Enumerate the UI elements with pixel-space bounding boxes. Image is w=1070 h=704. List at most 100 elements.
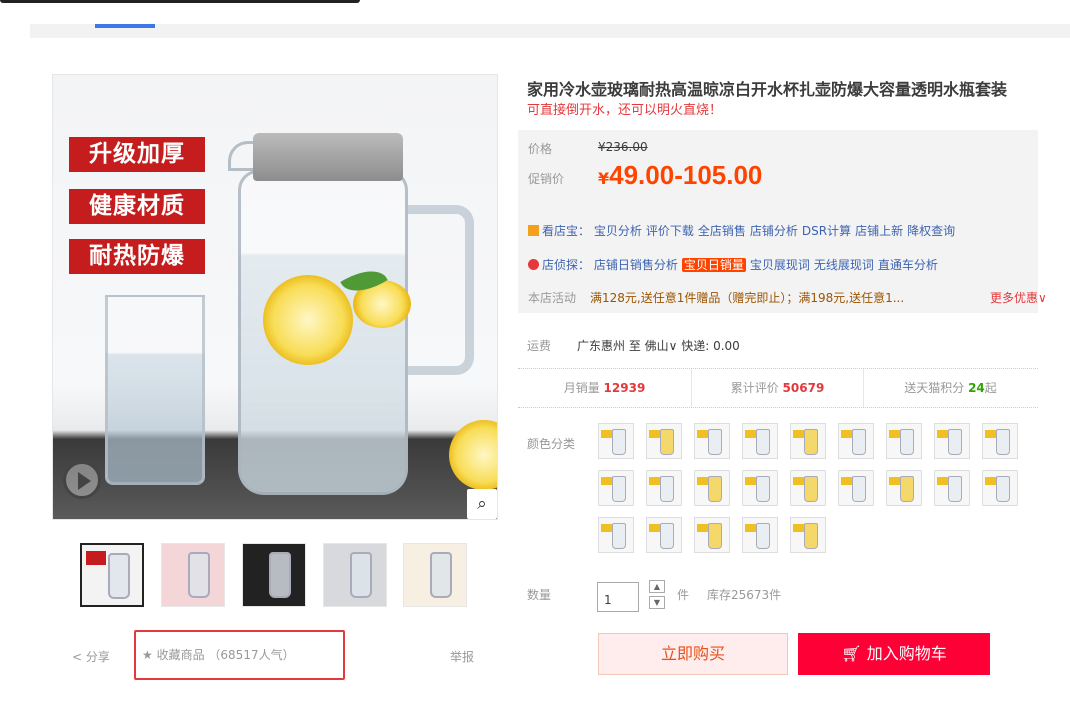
tmall-points-suffix: 起 xyxy=(984,381,997,395)
promo-price-value: 49.00-105.00 xyxy=(609,160,763,190)
link-ztc-analysis[interactable]: 直通车分析 xyxy=(878,258,938,272)
dianzhentan-toolbar: 店侦探： 店铺日销售分析 宝贝日销量 宝贝展现词 无线展现词 直通车分析 xyxy=(528,256,942,273)
promo-price-label: 促销价 xyxy=(528,172,565,186)
color-swatch[interactable] xyxy=(934,423,970,459)
link-store-analysis[interactable]: 店铺分析 xyxy=(750,224,798,238)
quantity-unit: 件 xyxy=(677,588,690,602)
favorite-label: 收藏商品 （68517人气） xyxy=(156,648,295,662)
color-swatch[interactable] xyxy=(838,470,874,506)
product-title: 家用冷水壶玻璃耐热高温晾凉白开水杯扎壶防爆大容量透明水瓶套装 xyxy=(527,80,1008,99)
tmall-points-value: 24 xyxy=(968,381,985,395)
color-swatch[interactable] xyxy=(598,517,634,553)
color-label: 颜色分类 xyxy=(527,437,576,451)
color-swatch[interactable] xyxy=(646,517,682,553)
color-swatch[interactable] xyxy=(742,517,778,553)
thumbnail-2[interactable] xyxy=(161,543,225,607)
original-price-label: 价格 xyxy=(528,142,553,156)
tab-strip xyxy=(30,24,1070,38)
link-item-keywords[interactable]: 宝贝展现词 xyxy=(750,258,810,272)
report-link[interactable]: 举报 xyxy=(450,648,474,665)
link-store-sales[interactable]: 全店销售 xyxy=(698,224,746,238)
promo-banner-2: 健康材质 xyxy=(69,189,205,224)
add-to-cart-label: 加入购物车 xyxy=(866,644,947,663)
top-cut-bar xyxy=(0,0,1070,6)
favorite-button[interactable]: ★ 收藏商品 （68517人气） xyxy=(134,630,345,680)
promo-price: ¥49.00-105.00 xyxy=(598,160,762,191)
sales-stats: 月销量 12939 累计评价 50679 送天猫积分 24起 xyxy=(518,368,1038,408)
product-subtitle: 可直接倒开水，还可以明火直烧！ xyxy=(527,103,723,118)
kandianbao-toolbar: 看店宝： 宝贝分析 评价下载 全店销售 店铺分析 DSR计算 店铺上新 降权查询 xyxy=(528,222,959,239)
color-swatch[interactable] xyxy=(742,470,778,506)
color-swatch[interactable] xyxy=(838,423,874,459)
color-swatch[interactable] xyxy=(934,470,970,506)
color-swatch[interactable] xyxy=(694,517,730,553)
lemon-half-graphic xyxy=(449,420,497,490)
share-icon: < xyxy=(72,650,83,664)
shipping-label: 运费 xyxy=(527,339,552,353)
main-product-image[interactable]: 升级加厚 健康材质 耐热防爆 ⌕ xyxy=(52,74,498,520)
share-link[interactable]: < 分享 xyxy=(72,648,110,665)
monthly-sales-value: 12939 xyxy=(603,381,646,395)
color-swatch[interactable] xyxy=(646,470,682,506)
kandianbao-icon xyxy=(528,225,539,236)
total-reviews-value: 50679 xyxy=(782,381,825,395)
price-panel: 价格 ¥236.00 促销价 ¥49.00-105.00 看店宝： 宝贝分析 评价… xyxy=(518,130,1047,313)
store-promo-text: 满128元,送任意1件赠品（赠完即止）；满198元,送任意1... xyxy=(590,291,905,305)
add-to-cart-button[interactable]: 🛒︎ 加入购物车 xyxy=(798,633,990,675)
drinking-glass-graphic xyxy=(105,295,205,485)
link-mobile-keywords[interactable]: 无线展现词 xyxy=(814,258,874,272)
link-item-daily-sales[interactable]: 宝贝日销量 xyxy=(681,258,746,272)
total-reviews-label: 累计评价 xyxy=(730,381,779,395)
buy-now-button[interactable]: 立即购买 xyxy=(598,633,788,675)
link-demotion-query[interactable]: 降权查询 xyxy=(907,224,955,238)
thumbnail-3[interactable] xyxy=(242,543,306,607)
shipping-route[interactable]: 广东惠州 至 佛山∨ 快递: 0.00 xyxy=(577,339,740,353)
thumbnail-4[interactable] xyxy=(323,543,387,607)
quantity-decrease-button[interactable]: ▼ xyxy=(649,596,665,609)
store-promotion: 本店活动 满128元,送任意1件赠品（赠完即止）；满198元,送任意1... 更多… xyxy=(528,289,1047,306)
quantity-input[interactable]: 1 xyxy=(597,582,639,612)
promo-banner-3: 耐热防爆 xyxy=(69,239,205,274)
color-swatch[interactable] xyxy=(694,423,730,459)
more-offers-link[interactable]: 更多优惠∨ xyxy=(990,289,1047,306)
color-swatch[interactable] xyxy=(886,470,922,506)
color-swatch[interactable] xyxy=(790,470,826,506)
link-store-daily-sales[interactable]: 店铺日销售分析 xyxy=(594,258,678,272)
currency-symbol: ¥ xyxy=(598,169,610,188)
link-dsr-calc[interactable]: DSR计算 xyxy=(802,224,851,238)
link-item-analysis[interactable]: 宝贝分析 xyxy=(594,224,642,238)
color-swatch[interactable] xyxy=(886,423,922,459)
thumbnail-1[interactable] xyxy=(80,543,144,607)
stock-count: 库存25673件 xyxy=(707,588,782,602)
chevron-down-icon: ∨ xyxy=(1038,291,1047,305)
play-icon[interactable] xyxy=(63,461,101,499)
color-swatch[interactable] xyxy=(598,423,634,459)
link-review-download[interactable]: 评价下载 xyxy=(646,224,694,238)
monthly-sales-label: 月销量 xyxy=(563,381,600,395)
tmall-points: 送天猫积分 24起 xyxy=(864,369,1037,407)
pitcher-lid-graphic xyxy=(253,133,403,181)
color-swatch[interactable] xyxy=(982,470,1018,506)
dianzhentan-label: 店侦探： xyxy=(542,258,591,272)
color-swatch[interactable] xyxy=(646,423,682,459)
star-icon: ★ xyxy=(142,648,153,662)
tmall-points-label: 送天猫积分 xyxy=(904,381,965,395)
lemon-slice-graphic xyxy=(263,275,353,365)
active-tab-indicator[interactable] xyxy=(95,24,155,28)
quantity-increase-button[interactable]: ▲ xyxy=(649,580,665,593)
color-swatch[interactable] xyxy=(790,423,826,459)
pitcher-spout-graphic xyxy=(228,141,256,171)
original-price: ¥236.00 xyxy=(598,140,648,154)
color-swatch[interactable] xyxy=(598,470,634,506)
color-swatch[interactable] xyxy=(742,423,778,459)
color-swatch[interactable] xyxy=(790,517,826,553)
promo-banner-1: 升级加厚 xyxy=(69,137,205,172)
store-promo-label: 本店活动 xyxy=(528,291,577,305)
magnifier-icon[interactable]: ⌕ xyxy=(467,489,497,519)
link-store-new[interactable]: 店铺上新 xyxy=(855,224,903,238)
share-label: 分享 xyxy=(85,650,110,664)
color-swatch[interactable] xyxy=(982,423,1018,459)
total-reviews[interactable]: 累计评价 50679 xyxy=(691,369,864,407)
color-swatch[interactable] xyxy=(694,470,730,506)
thumbnail-5[interactable] xyxy=(403,543,467,607)
